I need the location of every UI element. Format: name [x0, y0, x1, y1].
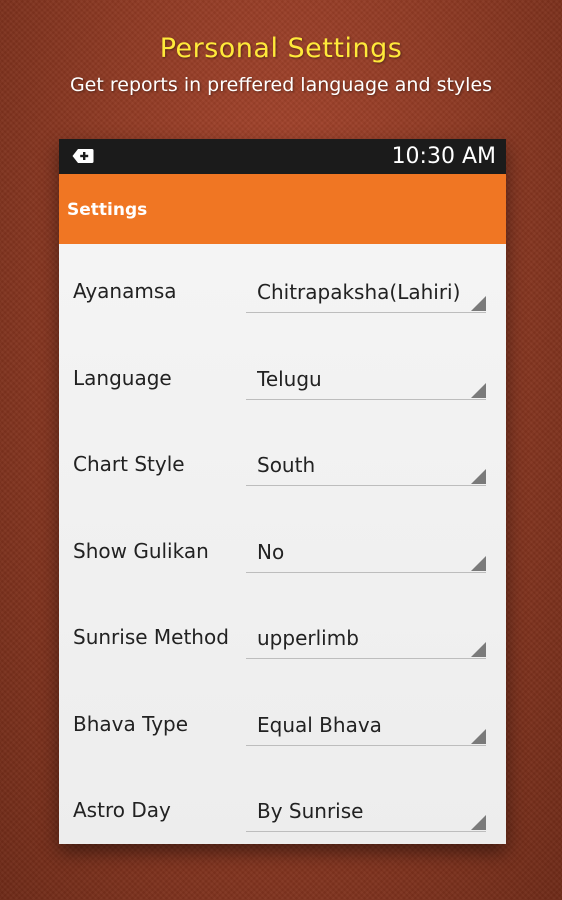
dropdown-arrow-icon	[471, 642, 486, 657]
setting-label: Bhava Type	[73, 711, 189, 736]
setting-label: Astro Day	[73, 798, 171, 822]
dropdown-value: Chitrapaksha(Lahiri)	[257, 280, 461, 304]
dropdown-value: No	[257, 539, 285, 564]
dropdown-value: Telugu	[257, 366, 322, 391]
ayanamsa-dropdown[interactable]: Chitrapaksha(Lahiri)	[246, 270, 486, 313]
add-notification-icon	[72, 149, 94, 163]
chart-style-dropdown[interactable]: South	[246, 443, 486, 486]
bhava-type-dropdown[interactable]: Equal Bhava	[246, 703, 486, 746]
dropdown-value: Equal Bhava	[257, 712, 382, 737]
sunrise-method-dropdown[interactable]: upperlimb	[246, 616, 486, 659]
dropdown-arrow-icon	[471, 382, 486, 398]
app-bar: Settings	[59, 174, 506, 244]
astro-day-dropdown[interactable]: By Sunrise	[246, 789, 486, 832]
status-time: 10:30 AM	[391, 144, 496, 169]
setting-row-sunrise-method: Sunrise Method upperlimb	[59, 590, 506, 677]
language-dropdown[interactable]: Telugu	[246, 357, 486, 400]
setting-row-show-gulikan: Show Gulikan No	[59, 504, 506, 591]
setting-label: Ayanamsa	[73, 279, 177, 303]
dropdown-arrow-icon	[471, 555, 486, 571]
app-bar-title: Settings	[67, 200, 148, 220]
setting-row-language: Language Telugu	[59, 331, 506, 418]
dropdown-value: By Sunrise	[257, 799, 364, 823]
phone-screen: 10:30 AM Settings Ayanamsa Chitrapaksha(…	[59, 139, 506, 844]
promo-subtitle: Get reports in preffered language and st…	[69, 74, 493, 96]
show-gulikan-dropdown[interactable]: No	[246, 530, 486, 573]
settings-list: Ayanamsa Chitrapaksha(Lahiri) Language T…	[59, 244, 506, 844]
setting-label: Language	[73, 365, 172, 390]
dropdown-arrow-icon	[471, 728, 486, 744]
promo-title: Personal Settings	[159, 33, 403, 64]
dropdown-arrow-icon	[471, 296, 486, 311]
setting-label: Show Gulikan	[73, 538, 209, 563]
dropdown-arrow-icon	[471, 469, 486, 484]
dropdown-arrow-icon	[471, 815, 486, 830]
setting-row-ayanamsa: Ayanamsa Chitrapaksha(Lahiri)	[59, 244, 506, 331]
status-bar: 10:30 AM	[59, 139, 506, 174]
dropdown-value: South	[257, 453, 316, 477]
setting-row-chart-style: Chart Style South	[59, 417, 506, 504]
dropdown-value: upperlimb	[257, 626, 359, 650]
setting-label: Sunrise Method	[73, 625, 229, 649]
setting-label: Chart Style	[73, 452, 185, 476]
setting-row-astro-day: Astro Day By Sunrise	[59, 763, 506, 844]
setting-row-bhava-type: Bhava Type Equal Bhava	[59, 677, 506, 764]
